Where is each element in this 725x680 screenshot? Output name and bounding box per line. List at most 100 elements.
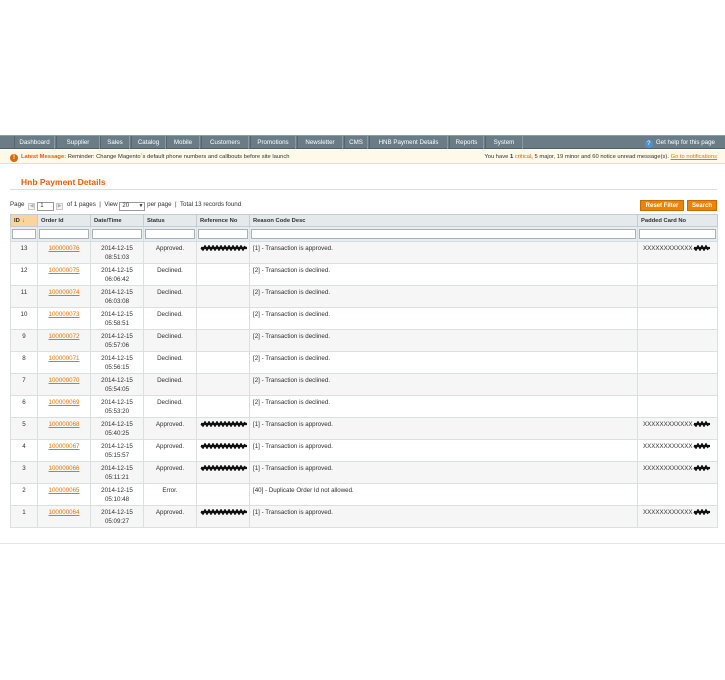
major-count: 5 major, [534,154,556,160]
page-number-input[interactable]: 1 [37,202,55,211]
order-id-link[interactable]: 100000070 [49,377,80,384]
cell-id: 1 [10,505,38,528]
order-id-link[interactable]: 100000067 [49,443,80,450]
cell-order-id: 100000075 [37,263,91,286]
column-header-reference-no[interactable]: Reference No [196,214,250,227]
cell-reference-no [196,241,250,264]
table-row[interactable]: 1 100000064 2014-12-15 05:09:27 Approved. [1]… [10,505,718,528]
table-row[interactable]: 10 100000073 2014-12-15 05:58:51 Declined. [2… [10,307,718,330]
cell-reference-no [196,285,250,308]
table-row[interactable]: 5 100000068 2014-12-15 05:40:25 Approved. [1]… [10,417,718,440]
summary-prefix: You have [484,154,509,160]
cell-padded-card-no [637,263,718,286]
filter-input-order-id[interactable] [39,229,89,239]
cell-id: 6 [10,395,38,418]
nav-item-catalog[interactable]: Catalog [131,136,166,149]
redacted-reference-mark [200,465,248,471]
order-id-link[interactable]: 100000076 [49,245,80,252]
filter-input-status[interactable] [145,229,195,239]
cell-padded-card-no [637,307,718,330]
table-row[interactable]: 3 100000066 2014-12-15 05:11:21 Approved. [1]… [10,461,718,484]
table-row[interactable]: 12 100000075 2014-12-15 06:06:42 Declined. [2… [10,263,718,286]
row-reason: [2] - Transaction is declined. [253,399,331,406]
order-id-link[interactable]: 100000071 [49,355,80,362]
per-page-value: 20 [122,203,130,209]
filter-input-reason-code-desc[interactable] [251,229,636,239]
order-id-link[interactable]: 100000074 [49,289,80,296]
nav-item-promotions[interactable]: Promotions [250,136,296,149]
cell-reference-no [196,373,250,396]
table-row[interactable]: 4 100000067 2014-12-15 05:15:57 Approved. [1]… [10,439,718,462]
nav-item-sales[interactable]: Sales [100,136,130,149]
cell-id: 3 [10,461,38,484]
column-header-date-time[interactable]: Date/Time [90,214,144,227]
row-id: 10 [20,311,28,318]
nav-item-system[interactable]: System [485,136,523,149]
row-date: 2014-12-15 [101,443,133,450]
redacted-card-mark [692,465,711,471]
help-link[interactable]: ? Get help for this page [644,136,715,149]
order-id-link[interactable]: 100000072 [49,333,80,340]
search-button[interactable]: Search [687,200,717,211]
summary-and: and [580,154,591,160]
nav-item-reports[interactable]: Reports [449,136,484,149]
row-reason: [1] - Transaction is approved. [253,509,333,516]
reset-filter-button[interactable]: Reset Filter [640,200,684,211]
per-page-select[interactable]: 20 ▼ [119,202,146,211]
sort-desc-icon: ↓ [21,217,25,224]
column-header-reason-code-desc[interactable]: Reason Code Desc [249,214,638,227]
nav-item-mobile[interactable]: Mobile [166,136,200,149]
nav-item-newsletter[interactable]: Newsletter [297,136,343,149]
order-id-link[interactable]: 100000073 [49,311,80,318]
table-row[interactable]: 2 100000065 2014-12-15 05:10:48 Error. [40] -… [10,483,718,506]
nav-item-supplier[interactable]: Supplier [56,136,100,149]
order-id-link[interactable]: 100000064 [49,509,80,516]
column-header-id[interactable]: ID ↓ [10,214,38,227]
row-date: 2014-12-15 [101,333,133,340]
cell-order-id: 100000065 [37,483,91,506]
order-id-link[interactable]: 100000065 [49,487,80,494]
nav-item-hnb-payment-details[interactable]: HNB Payment Details [369,136,448,149]
order-id-link[interactable]: 100000068 [49,421,80,428]
nav-item-cms[interactable]: CMS [344,136,368,149]
column-header-padded-card-no[interactable]: Padded Card No [637,214,718,227]
cell-reason-code-desc: [1] - Transaction is approved. [249,505,638,528]
redacted-card-mark [692,509,711,515]
order-id-link[interactable]: 100000069 [49,399,80,406]
order-id-link[interactable]: 100000066 [49,465,80,472]
cell-order-id: 100000074 [37,285,91,308]
cell-reference-no [196,395,250,418]
column-header-order-id[interactable]: Order Id [37,214,91,227]
row-status: Approved. [155,465,185,472]
cell-status: Error. [143,483,197,506]
filter-input-id[interactable] [12,229,36,239]
column-header-status[interactable]: Status [143,214,197,227]
table-row[interactable]: 11 100000074 2014-12-15 06:03:08 Declined. [2… [10,285,718,308]
cell-status: Approved. [143,461,197,484]
prev-page-icon[interactable]: ◀ [28,203,36,210]
cell-status: Declined. [143,351,197,374]
nav-item-dashboard[interactable]: Dashboard [14,136,55,149]
table-row[interactable]: 13 100000076 2014-12-15 08:51:03 Approved. [1… [10,241,718,264]
next-page-icon[interactable]: ▶ [56,203,64,210]
filter-input-date-time[interactable] [92,229,142,239]
redacted-reference-mark [200,245,248,251]
critical-label: critical [514,154,532,160]
cell-status: Approved. [143,505,197,528]
top-navigation: Dashboard Supplier Sales Catalog Mobile Custo… [0,135,725,149]
go-to-notifications-link[interactable]: Go to notifications [671,154,717,160]
table-row[interactable]: 6 100000069 2014-12-15 05:53:20 Declined. [2]… [10,395,718,418]
filter-input-padded-card-no[interactable] [639,229,716,239]
nav-item-customers[interactable]: Customers [201,136,249,149]
row-time: 05:53:20 [104,408,130,415]
row-time: 05:58:51 [104,320,130,327]
cell-reference-no [196,329,250,352]
order-id-link[interactable]: 100000075 [49,267,80,274]
table-row[interactable]: 8 100000071 2014-12-15 05:56:15 Declined. [2]… [10,351,718,374]
column-header-label: Padded Card No [641,217,687,224]
table-row[interactable]: 7 100000070 2014-12-15 05:54:05 Declined. [2]… [10,373,718,396]
filter-input-reference-no[interactable] [198,229,248,239]
cell-id: 12 [10,263,38,286]
row-reason: [2] - Transaction is declined. [253,333,331,340]
table-row[interactable]: 9 100000072 2014-12-15 05:57:06 Declined. [2]… [10,329,718,352]
